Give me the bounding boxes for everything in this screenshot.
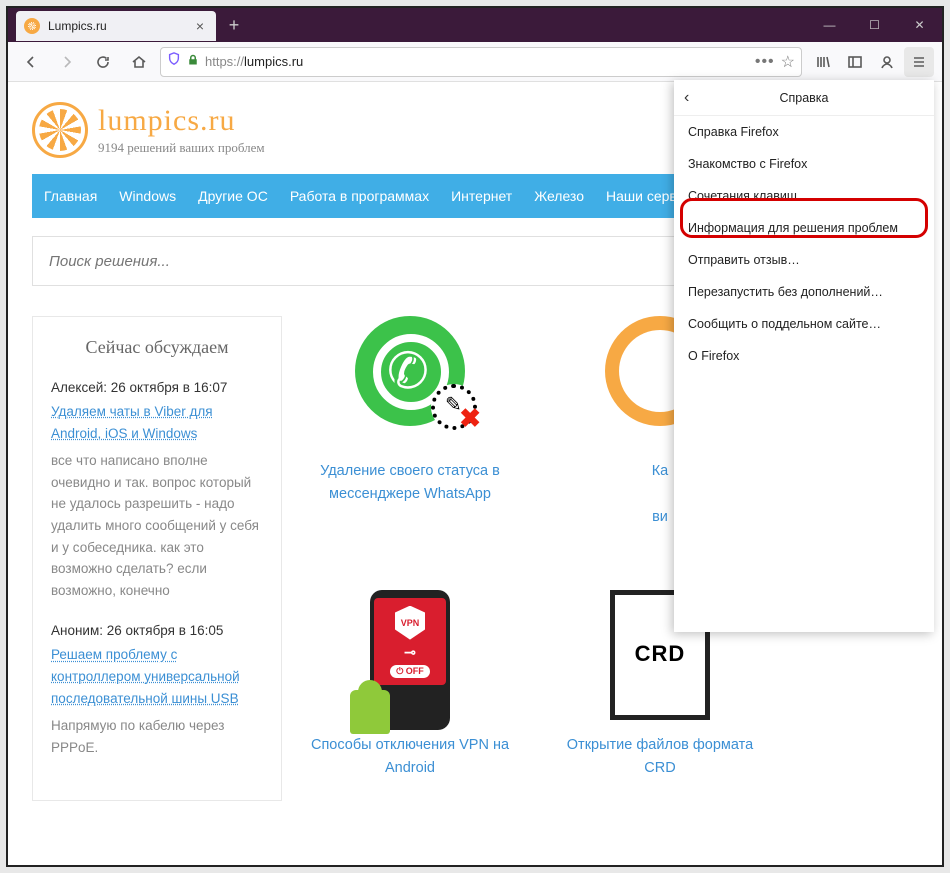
nav-item[interactable]: Интернет — [451, 188, 512, 204]
help-item-report-site[interactable]: Сообщить о поддельном сайте… — [674, 308, 934, 340]
bookmark-star-icon[interactable]: ☆ — [781, 52, 795, 72]
help-submenu: ‹ Справка Справка Firefox Знакомство с F… — [674, 80, 934, 632]
comment-body: все что написано вполне очевидно и так. … — [51, 450, 263, 601]
tab-title: Lumpics.ru — [48, 19, 192, 33]
help-item-restart-no-addons[interactable]: Перезапустить без дополнений… — [674, 276, 934, 308]
comment-body: Напрямую по кабелю через PPPoE. — [51, 715, 263, 758]
comment-meta: Алексей: 26 октября в 16:07 — [51, 380, 263, 395]
shield-icon[interactable] — [167, 52, 181, 71]
url-bar[interactable]: https://lumpics.ru ••• ☆ — [160, 47, 802, 77]
tab-close-icon[interactable]: × — [192, 18, 208, 34]
site-tagline: 9194 решений ваших проблем — [98, 140, 265, 156]
reload-button[interactable] — [88, 47, 118, 77]
logo-icon — [32, 102, 88, 158]
browser-tab[interactable]: Lumpics.ru × — [16, 11, 216, 41]
forward-button — [52, 47, 82, 77]
back-button[interactable] — [16, 47, 46, 77]
help-item-troubleshooting[interactable]: Информация для решения проблем — [674, 212, 934, 244]
discussion-sidebar: Сейчас обсуждаем Алексей: 26 октября в 1… — [32, 316, 282, 801]
comment-block: Аноним: 26 октября в 16:05 Решаем пробле… — [51, 623, 263, 758]
help-item-firefox-help[interactable]: Справка Firefox — [674, 116, 934, 148]
menu-button[interactable] — [904, 47, 934, 77]
help-panel-title: Справка — [779, 91, 828, 105]
comment-link[interactable]: Удаляем чаты в Viber для Android, iOS и … — [51, 401, 263, 444]
nav-item[interactable]: Windows — [119, 188, 176, 204]
account-icon[interactable] — [872, 47, 902, 77]
nav-item[interactable]: Железо — [534, 188, 584, 204]
toolbar: https://lumpics.ru ••• ☆ — [8, 42, 942, 82]
vpn-phone-icon: VPN ⊸ ⏻ OFF — [345, 590, 475, 720]
comment-link[interactable]: Решаем проблему с контроллером универсал… — [51, 644, 263, 709]
nav-item[interactable]: Другие ОС — [198, 188, 268, 204]
page-actions-icon[interactable]: ••• — [755, 53, 775, 71]
sidebar-icon[interactable] — [840, 47, 870, 77]
favicon-icon — [24, 18, 40, 34]
maximize-button[interactable]: ☐ — [852, 8, 897, 42]
library-icon[interactable] — [808, 47, 838, 77]
url-text: https://lumpics.ru — [205, 54, 749, 69]
minimize-button[interactable]: — — [807, 8, 852, 42]
article-card[interactable]: VPN ⊸ ⏻ OFF Способы отключения VPN на An… — [310, 590, 510, 801]
nav-item[interactable]: Работа в программах — [290, 188, 429, 204]
close-window-button[interactable]: ✕ — [897, 8, 942, 42]
help-item-feedback[interactable]: Отправить отзыв… — [674, 244, 934, 276]
whatsapp-icon — [345, 316, 475, 446]
help-item-tour[interactable]: Знакомство с Firefox — [674, 148, 934, 180]
nav-item[interactable]: Главная — [44, 188, 97, 204]
comment-meta: Аноним: 26 октября в 16:05 — [51, 623, 263, 638]
sidebar-heading: Сейчас обсуждаем — [51, 337, 263, 358]
article-title[interactable]: Открытие файлов формата CRD — [560, 734, 760, 780]
lock-icon[interactable] — [187, 53, 199, 71]
article-card[interactable]: Удаление своего статуса в мессенджере Wh… — [310, 316, 510, 550]
article-title[interactable]: Удаление своего статуса в мессенджере Wh… — [310, 460, 510, 506]
new-tab-button[interactable]: + — [220, 11, 248, 39]
titlebar: Lumpics.ru × + — ☐ ✕ — [8, 8, 942, 42]
help-item-shortcuts[interactable]: Сочетания клавиш — [674, 180, 934, 212]
site-name: lumpics.ru — [98, 104, 265, 138]
help-item-about[interactable]: О Firefox — [674, 340, 934, 372]
article-title[interactable]: Способы отключения VPN на Android — [310, 734, 510, 780]
help-back-button[interactable]: ‹ — [684, 89, 689, 107]
android-icon — [350, 690, 390, 734]
comment-block: Алексей: 26 октября в 16:07 Удаляем чаты… — [51, 380, 263, 601]
home-button[interactable] — [124, 47, 154, 77]
